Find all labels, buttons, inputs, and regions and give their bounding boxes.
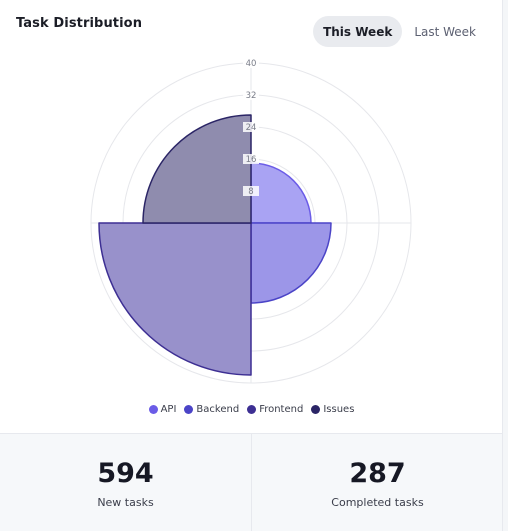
tick-label: 8 [248,187,253,197]
stat-label: New tasks [97,496,154,509]
chart-legend: API Backend Frontend Issues [0,404,502,415]
stat-label: Completed tasks [331,496,424,509]
tick-label: 24 [246,123,257,133]
stats-row: 594 New tasks 287 Completed tasks [0,433,502,531]
legend-label: API [160,404,177,415]
stat-completed-tasks: 287 Completed tasks [251,434,502,531]
legend-swatch [311,405,321,414]
legend-label: Issues [323,404,355,415]
stat-new-tasks: 594 New tasks [0,434,251,531]
legend-label: Backend [196,404,240,415]
stat-value: 594 [97,458,154,489]
tick-label: 40 [246,59,257,69]
legend-swatch [247,405,257,414]
segment-frontend [98,222,252,376]
task-distribution-card: Task Distribution This Week Last Week 81… [0,0,503,531]
polar-area-chart: 8 16 24 32 40 [90,58,412,384]
legend-swatch [184,405,194,414]
segment-api [250,162,312,224]
tick-label: 32 [246,91,257,101]
chart-segments [98,114,332,376]
legend-item-backend[interactable]: Backend [184,404,239,415]
legend-swatch [148,405,158,414]
tick-label: 16 [246,155,257,165]
segment-issues [142,114,252,224]
legend-item-issues[interactable]: Issues [311,404,354,415]
legend-item-api[interactable]: API [148,404,177,415]
legend-label: Frontend [259,404,304,415]
stat-value: 287 [349,458,406,489]
legend-item-frontend[interactable]: Frontend [247,404,303,415]
